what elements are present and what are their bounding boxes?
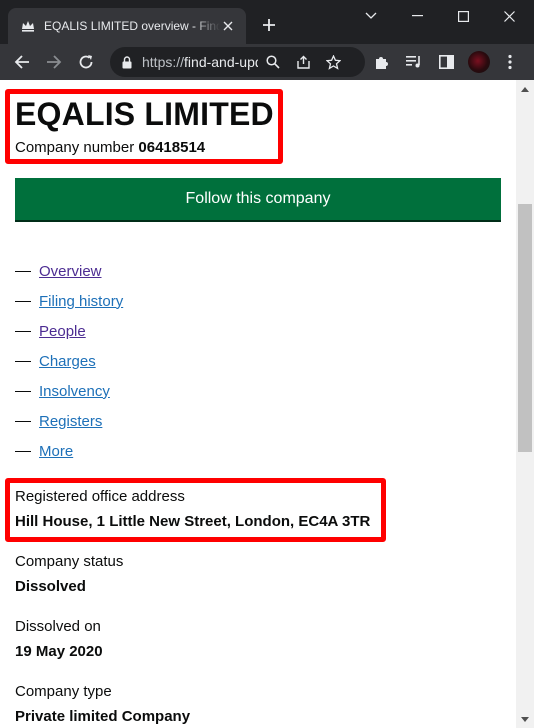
nav-link-insolvency[interactable]: Insolvency xyxy=(39,383,110,400)
browser-toolbar: https://find-and-update.company-informat… xyxy=(0,44,534,80)
dash-icon xyxy=(15,270,31,272)
nav-item-overview: Overview xyxy=(15,256,123,286)
nav-link-charges[interactable]: Charges xyxy=(39,353,96,370)
back-arrow-icon[interactable] xyxy=(10,50,34,74)
scrollbar-thumb[interactable] xyxy=(518,204,532,452)
star-icon[interactable] xyxy=(322,51,344,73)
company-status-value: Dissolved xyxy=(15,578,86,595)
nav-link-filing-history[interactable]: Filing history xyxy=(39,293,123,310)
dash-icon xyxy=(15,390,31,392)
search-icon[interactable] xyxy=(262,51,284,73)
nav-link-people[interactable]: People xyxy=(39,323,86,340)
extensions-puzzle-icon[interactable] xyxy=(370,50,394,74)
share-icon[interactable] xyxy=(292,51,314,73)
close-tab-icon[interactable] xyxy=(220,18,236,34)
dissolved-on-value: 19 May 2020 xyxy=(15,643,103,660)
lock-icon[interactable] xyxy=(122,55,132,69)
tab-strip: EQALIS LIMITED overview - Find and updat… xyxy=(0,0,534,44)
scroll-up-arrow-icon[interactable] xyxy=(516,82,534,96)
maximize-button[interactable] xyxy=(440,0,486,32)
forward-arrow-icon[interactable] xyxy=(42,50,66,74)
nav-item-charges: Charges xyxy=(15,346,123,376)
close-window-button[interactable] xyxy=(486,0,532,32)
company-nav: Overview Filing history People Charges I… xyxy=(15,256,123,466)
minimize-button[interactable] xyxy=(394,0,440,32)
dissolved-on-label: Dissolved on xyxy=(15,618,101,635)
registered-office-label: Registered office address xyxy=(15,488,185,505)
nav-item-insolvency: Insolvency xyxy=(15,376,123,406)
company-name: EQALIS LIMITED xyxy=(15,96,274,132)
company-number: Company number 06418514 xyxy=(15,139,206,156)
dash-icon xyxy=(15,300,31,302)
nav-item-registers: Registers xyxy=(15,406,123,436)
url-text[interactable]: https://find-and-update.company-informat… xyxy=(142,54,258,70)
page-scrollbar[interactable] xyxy=(516,80,534,728)
dash-icon xyxy=(15,360,31,362)
registered-office-value: Hill House, 1 Little New Street, London,… xyxy=(15,513,371,530)
nav-link-overview[interactable]: Overview xyxy=(39,263,102,280)
nav-item-people: People xyxy=(15,316,123,346)
address-bar[interactable]: https://find-and-update.company-informat… xyxy=(110,47,365,77)
browser-tab[interactable]: EQALIS LIMITED overview - Find and updat… xyxy=(8,8,246,44)
page-content: EQALIS LIMITED Company number 06418514 F… xyxy=(0,80,516,728)
scroll-down-arrow-icon[interactable] xyxy=(516,712,534,726)
dash-icon xyxy=(15,330,31,332)
nav-link-more[interactable]: More xyxy=(39,443,73,460)
nav-item-filing-history: Filing history xyxy=(15,286,123,316)
tab-title: EQALIS LIMITED overview - Find and updat… xyxy=(44,19,220,33)
dash-icon xyxy=(15,450,31,452)
dash-icon xyxy=(15,420,31,422)
new-tab-button[interactable] xyxy=(258,14,280,36)
side-panel-icon[interactable] xyxy=(434,50,458,74)
reload-icon[interactable] xyxy=(74,50,98,74)
nav-link-registers[interactable]: Registers xyxy=(39,413,102,430)
media-control-icon[interactable] xyxy=(402,50,426,74)
profile-avatar[interactable] xyxy=(468,51,490,73)
company-number-value: 06418514 xyxy=(138,139,206,156)
crown-icon xyxy=(20,18,36,34)
company-type-label: Company type xyxy=(15,683,112,700)
company-status-label: Company status xyxy=(15,553,124,570)
follow-company-button[interactable]: Follow this company xyxy=(15,178,501,220)
nav-item-more: More xyxy=(15,436,123,466)
kebab-menu-icon[interactable] xyxy=(498,50,522,74)
tab-search-icon[interactable] xyxy=(348,0,394,32)
company-type-value: Private limited Company xyxy=(15,708,191,725)
